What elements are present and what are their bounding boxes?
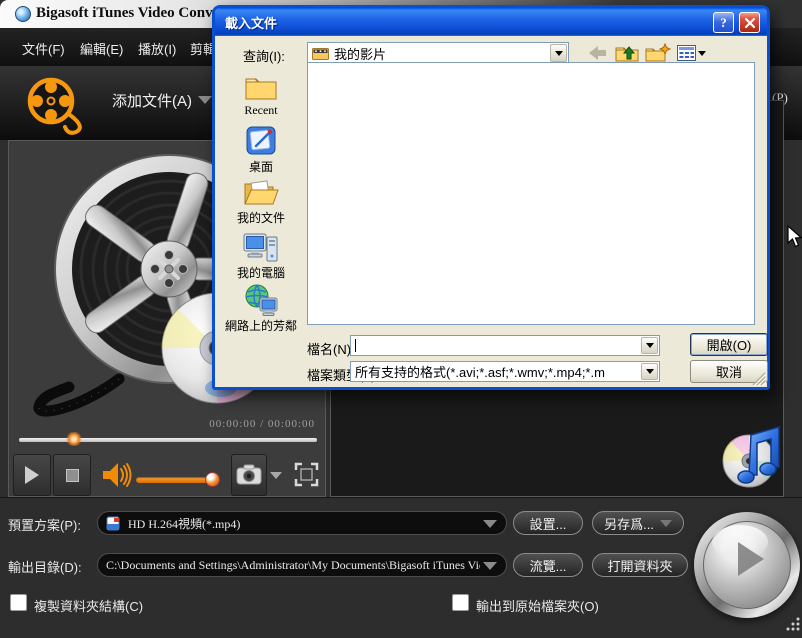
my-videos-icon: [312, 46, 329, 60]
my-computer-icon: [243, 231, 279, 263]
save-as-label: 另存爲...: [604, 514, 654, 533]
convert-button[interactable]: [694, 512, 800, 618]
window-resize-grip[interactable]: [786, 617, 801, 632]
look-in-value: 我的影片: [334, 44, 386, 63]
place-label: 我的電腦: [219, 264, 303, 281]
load-file-dialog: 載入文件 ? 查詢(I): 我的影片: [212, 5, 770, 390]
look-in-dropdown[interactable]: [550, 44, 567, 62]
file-type-dropdown[interactable]: [641, 363, 658, 380]
file-name-input[interactable]: [350, 335, 660, 356]
stop-icon: [66, 469, 79, 482]
dropdown-arrow-icon: [646, 343, 654, 348]
menu-play[interactable]: 播放(I): [138, 39, 176, 58]
copy-structure-label: 複製資料夾結構(C): [34, 596, 143, 615]
new-folder-icon[interactable]: [645, 43, 671, 63]
speaker-icon[interactable]: [101, 461, 133, 489]
volume-thumb[interactable]: [205, 472, 220, 487]
close-button[interactable]: [739, 12, 760, 33]
my-documents-icon: [243, 178, 279, 208]
dialog-title: 載入文件: [225, 13, 277, 32]
dialog-resize-grip[interactable]: [752, 372, 766, 386]
copy-structure-checkbox[interactable]: [10, 594, 27, 611]
play-icon: [25, 466, 39, 484]
up-one-level-icon[interactable]: [615, 43, 639, 63]
back-icon[interactable]: [587, 45, 607, 61]
file-name-label: 檔名(N):: [307, 339, 355, 358]
app-icon: [15, 6, 31, 22]
open-folder-button[interactable]: 打開資料夾: [592, 553, 688, 577]
place-my-documents[interactable]: 我的文件: [219, 178, 303, 226]
film-reel-icon[interactable]: [24, 74, 90, 136]
output-bar: 預置方案(P): HD H.264視頻(*.mp4) 設置... 另存爲... …: [0, 497, 802, 638]
stop-button[interactable]: [53, 454, 91, 496]
output-dir-combo[interactable]: C:\Documents and Settings\Administrator\…: [97, 553, 507, 577]
dialog-titlebar[interactable]: 載入文件 ?: [215, 8, 767, 36]
output-dir-dropdown-icon: [483, 562, 497, 570]
menu-file[interactable]: 文件(F): [22, 39, 65, 58]
file-name-dropdown[interactable]: [641, 337, 658, 354]
place-recent[interactable]: Recent: [219, 72, 303, 118]
place-network[interactable]: 網路上的芳鄰: [219, 284, 303, 334]
save-as-dropdown-icon: [660, 520, 672, 527]
file-list-box[interactable]: [307, 62, 755, 325]
settings-button[interactable]: 設置...: [513, 511, 583, 535]
menu-edit[interactable]: 編輯(E): [80, 39, 123, 58]
seek-thumb[interactable]: [65, 432, 83, 446]
dropdown-arrow-icon: [555, 51, 563, 56]
play-button[interactable]: [13, 454, 51, 496]
help-button[interactable]: ?: [713, 12, 734, 33]
output-dir-value: C:\Documents and Settings\Administrator\…: [106, 558, 480, 573]
preset-label: 預置方案(P):: [8, 515, 81, 534]
dropdown-arrow-icon: [646, 369, 654, 374]
view-menu-icon[interactable]: [677, 45, 696, 61]
file-type-combo[interactable]: 所有支持的格式(*.avi;*.asf;*.wmv;*.mp4;*.m: [350, 361, 660, 382]
desktop-icon: [244, 125, 278, 157]
place-label: 桌面: [219, 158, 303, 175]
look-in-label: 查詢(I):: [243, 46, 285, 65]
add-files-dropdown-icon[interactable]: [198, 96, 212, 104]
dialog-body: 查詢(I): 我的影片: [215, 36, 767, 387]
place-desktop[interactable]: 桌面: [219, 125, 303, 175]
open-button[interactable]: 開啟(O): [690, 333, 768, 356]
file-type-value: 所有支持的格式(*.avi;*.asf;*.wmv;*.mp4;*.m: [355, 362, 605, 381]
preset-file-icon: [106, 516, 121, 531]
browse-button[interactable]: 流覽...: [513, 553, 583, 577]
preset-combo[interactable]: HD H.264視頻(*.mp4): [97, 511, 507, 535]
camera-icon: [236, 464, 262, 486]
look-in-combo[interactable]: 我的影片: [307, 42, 569, 64]
output-dir-label: 輸出目錄(D):: [8, 557, 82, 576]
place-label: Recent: [219, 103, 303, 118]
preset-value: HD H.264視頻(*.mp4): [128, 515, 240, 532]
playback-time: 00:00:00 / 00:00:00: [209, 418, 315, 430]
itunes-watermark-icon: [721, 421, 789, 493]
place-label: 網路上的芳鄰: [219, 317, 303, 334]
recent-folder-icon: [244, 72, 278, 102]
convert-play-icon: [738, 542, 764, 576]
output-to-source-checkbox[interactable]: [452, 594, 469, 611]
place-my-computer[interactable]: 我的電腦: [219, 231, 303, 281]
save-as-button[interactable]: 另存爲...: [592, 511, 684, 535]
output-to-source-label: 輸出到原始檔案夾(O): [476, 596, 599, 615]
snapshot-dropdown[interactable]: [267, 454, 285, 496]
mouse-cursor: [787, 225, 802, 249]
fullscreen-icon[interactable]: [293, 461, 320, 488]
close-icon: [744, 17, 756, 29]
seek-bar[interactable]: [19, 438, 317, 442]
text-caret: [355, 339, 356, 352]
snapshot-button[interactable]: [231, 454, 267, 496]
view-menu-arrow-icon[interactable]: [698, 51, 706, 56]
help-icon: ?: [720, 15, 727, 31]
add-files-button[interactable]: 添加文件(A): [112, 90, 192, 111]
preset-dropdown-icon: [483, 520, 497, 528]
network-places-icon: [243, 284, 279, 316]
chevron-down-icon: [270, 472, 282, 479]
place-label: 我的文件: [219, 209, 303, 226]
